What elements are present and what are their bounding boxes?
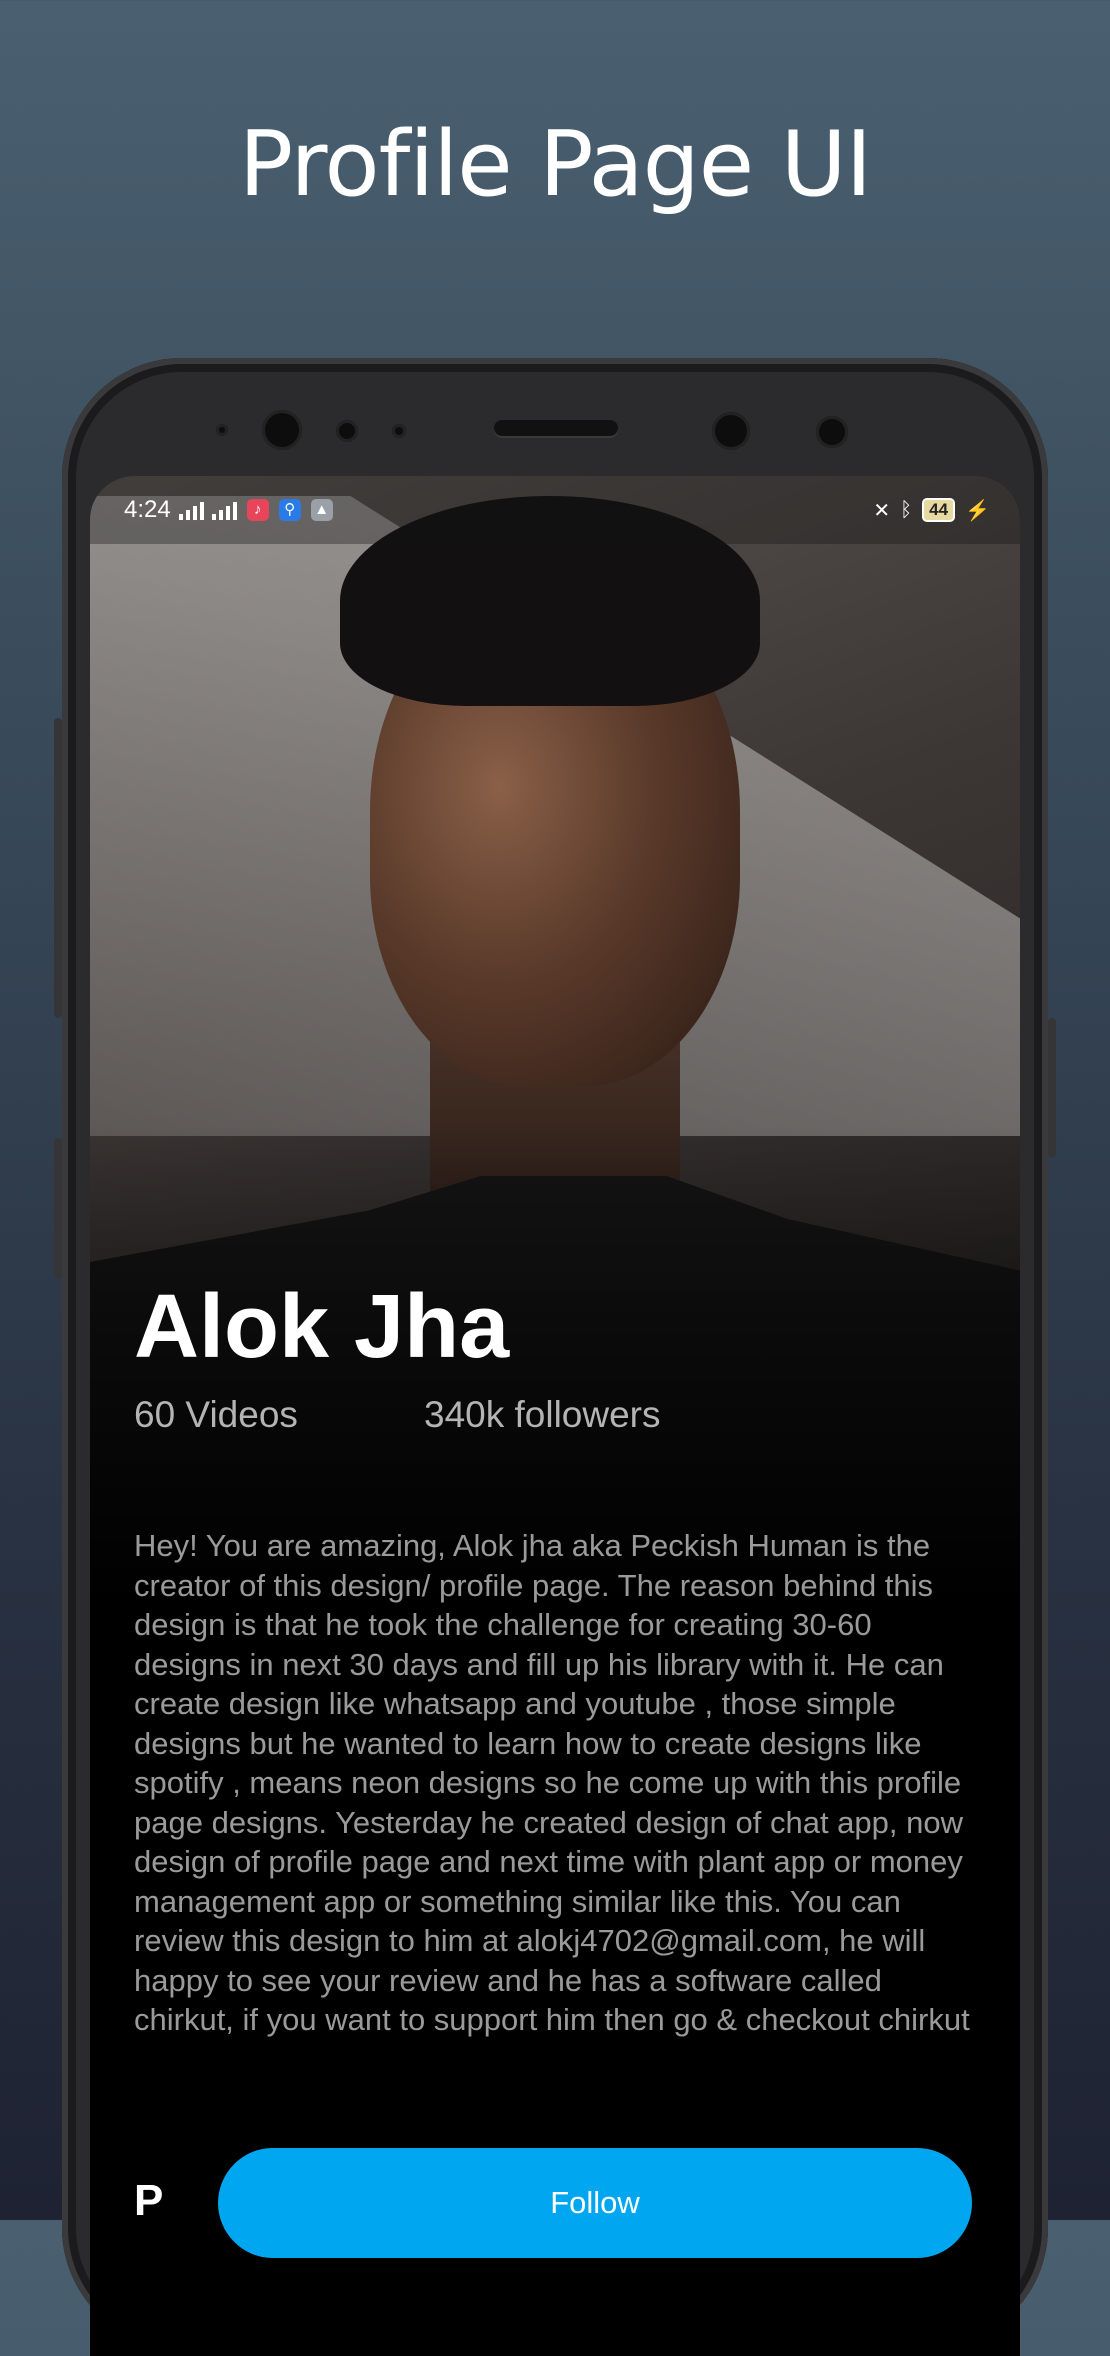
profile-name: Alok Jha xyxy=(134,1277,510,1377)
music-icon: ♪ xyxy=(246,499,269,521)
app-screen: 4:24 ♪ ⚲ ▲ ✕ ᛒ 44 ⚡ Alok Jha 60 Videos 3… xyxy=(90,476,1020,2356)
videos-count: 60 Videos xyxy=(134,1394,298,1435)
front-camera-icon xyxy=(262,410,302,450)
follow-button[interactable]: Follow xyxy=(218,2148,972,2258)
usb-icon: ⚲ xyxy=(278,499,301,521)
proximity-sensor-icon xyxy=(816,416,848,448)
page-heading: Profile Page UI xyxy=(238,112,872,217)
section-heading-partial: P xyxy=(134,2176,164,2225)
sensor-dot-icon xyxy=(216,424,228,436)
profile-bio: Hey! You are amazing, Alok jha aka Pecki… xyxy=(134,1528,970,2037)
signal-icon xyxy=(211,500,237,520)
battery-icon: 44 xyxy=(922,498,956,522)
power-button xyxy=(54,1138,62,1278)
phone-mockup: 4:24 ♪ ⚲ ▲ ✕ ᛒ 44 ⚡ Alok Jha 60 Videos 3… xyxy=(54,358,1056,2356)
sensor-dot-icon xyxy=(392,424,406,438)
vibrate-off-icon: ✕ xyxy=(873,499,891,522)
sensor-icon xyxy=(336,420,358,442)
status-bar: 4:24 ♪ ⚲ ▲ ✕ ᛒ 44 ⚡ xyxy=(90,476,1020,544)
profile-cover-photo xyxy=(90,476,1020,1606)
side-button-right xyxy=(1048,1018,1056,1158)
photos-icon: ▲ xyxy=(310,499,333,521)
charging-icon: ⚡ xyxy=(965,499,990,522)
status-time: 4:24 xyxy=(124,496,171,523)
secondary-camera-icon xyxy=(712,412,750,450)
followers-count: 340k followers xyxy=(424,1394,661,1435)
earpiece-speaker xyxy=(494,420,618,436)
bluetooth-icon: ᛒ xyxy=(900,498,913,521)
volume-button xyxy=(54,718,62,1018)
signal-icon xyxy=(178,500,204,520)
